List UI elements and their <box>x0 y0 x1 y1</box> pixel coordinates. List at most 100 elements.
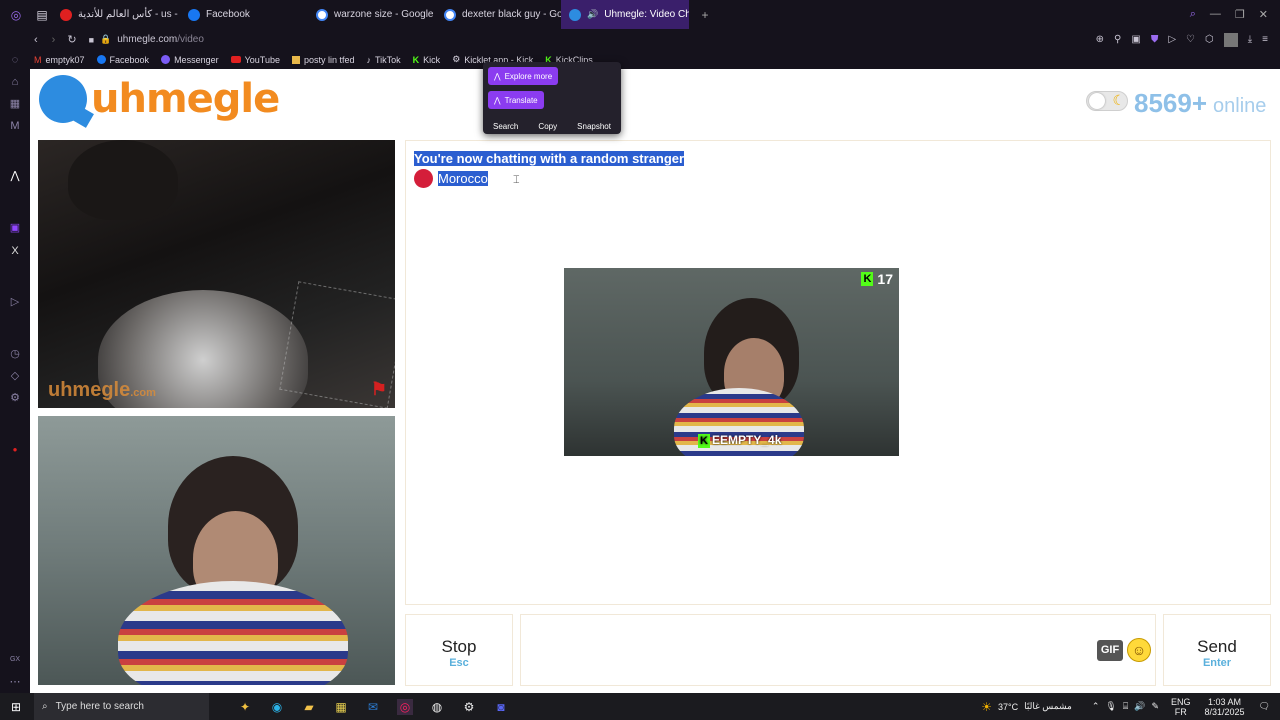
extensions-icon[interactable]: ⬡ <box>1205 34 1214 45</box>
search-tabs-icon[interactable]: ⌕ <box>1190 8 1196 21</box>
taskbar-search-box[interactable]: ⌕ Type here to search <box>34 693 209 720</box>
notifications-icon[interactable]: 🗨 <box>1259 701 1270 712</box>
bookmark-emptyk07[interactable]: Memptyk07 <box>34 55 85 65</box>
popup-copy-button[interactable]: Copy <box>538 122 557 131</box>
emoji-icon[interactable]: ☺ <box>1127 638 1151 662</box>
shield-icon[interactable]: ⛊ <box>1151 34 1159 45</box>
chat-log[interactable]: You're now chatting with a random strang… <box>405 140 1271 605</box>
chevron-up-icon[interactable]: ⌃ <box>1092 701 1100 712</box>
windows-start-icon[interactable]: ⊞ <box>8 699 24 715</box>
app-icon[interactable]: ◍ <box>429 699 445 715</box>
player-icon[interactable]: ▷ <box>9 296 21 308</box>
ai-icon[interactable]: ⋀ <box>9 170 21 182</box>
bookmark-label: emptyk07 <box>45 54 85 65</box>
clock[interactable]: 1:03 AM 8/31/2025 <box>1205 697 1245 717</box>
message-input[interactable]: GIF ☺ <box>520 614 1156 686</box>
translate-button[interactable]: ⋀ Translate <box>488 91 544 109</box>
browser-logo-icon[interactable]: ◎ <box>8 7 24 23</box>
forward-icon[interactable]: › <box>52 34 56 46</box>
profile-avatar[interactable] <box>1223 32 1238 47</box>
heart-icon[interactable]: ♡ <box>1186 34 1195 45</box>
outlook-icon[interactable]: ✉ <box>365 699 381 715</box>
messenger-icon <box>161 55 171 64</box>
twitch-icon[interactable]: ▣ <box>9 222 21 234</box>
clock-time: 1:03 AM <box>1208 696 1242 707</box>
menu-icon[interactable]: ≡ <box>1262 34 1268 45</box>
new-tab-icon[interactable]: + <box>697 7 713 23</box>
edge-icon[interactable]: ◉ <box>269 699 285 715</box>
history-icon[interactable]: ◷ <box>9 348 21 360</box>
record-icon[interactable]: ● <box>9 444 21 456</box>
search-placeholder: Type here to search <box>55 701 144 712</box>
self-video <box>38 416 395 685</box>
copilot-icon[interactable]: ✦ <box>237 699 253 715</box>
dark-mode-toggle[interactable]: ☾ <box>1086 91 1128 111</box>
weather-temp[interactable]: 37°C <box>998 702 1018 712</box>
report-flag-icon[interactable]: ⚑ <box>371 379 387 400</box>
minimize-icon[interactable]: — <box>1210 8 1221 21</box>
bookmark-facebook[interactable]: Facebook <box>96 55 149 65</box>
mic-icon[interactable]: 🎙 <box>1105 701 1116 712</box>
bookmark-kick[interactable]: K Kick <box>413 55 441 65</box>
file-explorer-icon[interactable]: ▰ <box>301 699 317 715</box>
weather-icon[interactable]: ☀ <box>981 700 992 714</box>
bookmark-posty[interactable]: posty lin tfed <box>291 55 355 65</box>
kick-viewer-badge: K 17 <box>861 271 893 287</box>
pin-icon[interactable]: ⚲ <box>1114 34 1121 45</box>
x-icon[interactable]: X <box>9 245 21 257</box>
tab-facebook[interactable]: Facebook <box>180 0 308 29</box>
bookmark-youtube[interactable]: YouTube <box>230 55 280 65</box>
popup-snapshot-button[interactable]: Snapshot <box>577 122 611 131</box>
kick-stream-overlay[interactable]: K 17 K EEMPTY_4k <box>564 268 899 456</box>
lock-icon[interactable]: 🔒 <box>100 34 111 45</box>
speaker-icon[interactable]: 🔊 <box>587 9 598 20</box>
tab-google-warzone[interactable]: warzone size - Google Se <box>308 0 436 29</box>
camera-icon[interactable]: ■ <box>89 35 94 45</box>
volume-icon[interactable]: 🔊 <box>1134 701 1145 712</box>
uhmegle-logo[interactable]: uhmegle <box>39 75 280 123</box>
more-icon[interactable]: ⋯ <box>9 676 21 688</box>
apps-icon[interactable]: ⌂ <box>9 76 21 88</box>
video-content <box>118 581 348 685</box>
explore-more-button[interactable]: ⋀ Explore more <box>488 67 559 85</box>
tab-uhmegle[interactable]: 🔊 Uhmegle: Video Chat <box>561 0 689 29</box>
snapshot-icon[interactable]: ▣ <box>1131 34 1140 45</box>
url-field[interactable]: uhmegle.com/video <box>117 34 204 45</box>
gmail-icon: M <box>34 54 42 65</box>
reload-icon[interactable]: ↻ <box>67 33 76 46</box>
bookmark-messenger[interactable]: Messenger <box>161 55 219 65</box>
zoom-icon[interactable]: ⊕ <box>1096 34 1104 45</box>
store-icon[interactable]: ▦ <box>333 699 349 715</box>
gx-icon[interactable]: GX <box>9 654 21 666</box>
tab-google-dexeter[interactable]: dexeter black guy - Goog <box>436 0 561 29</box>
google-icon <box>444 8 456 21</box>
play-icon[interactable]: ▷ <box>1168 34 1176 45</box>
chat-icon[interactable]: ◇ <box>9 370 21 382</box>
stop-button[interactable]: Stop Esc <box>405 614 513 686</box>
discord-icon[interactable]: ◙ <box>493 699 509 715</box>
tab-manager-icon[interactable]: ▤ <box>34 7 50 23</box>
opera-gx-icon[interactable]: ◎ <box>397 698 413 715</box>
aria-icon[interactable]: ◌ <box>9 54 21 66</box>
language-indicator[interactable]: ENG FR <box>1171 697 1191 717</box>
bookmark-tiktok[interactable]: ♪ TikTok <box>367 55 401 65</box>
google-icon <box>316 8 328 21</box>
back-icon[interactable]: ‹ <box>34 34 38 46</box>
maximize-icon[interactable]: ❐ <box>1235 8 1245 21</box>
mail-icon[interactable]: M <box>9 120 21 132</box>
close-icon[interactable]: ✕ <box>1259 8 1268 21</box>
download-icon[interactable]: ⤓ <box>1248 34 1252 45</box>
settings-icon[interactable]: ⚙ <box>461 699 477 715</box>
tab-youtube[interactable]: كأس العالم للأندية - us - قد <box>52 0 180 29</box>
windows-taskbar: ⊞ ⌕ Type here to search ✦ ◉ ▰ ▦ ✉ ◎ ◍ ⚙ … <box>0 693 1280 720</box>
settings-icon[interactable]: ⚙ <box>9 392 21 404</box>
gif-button[interactable]: GIF <box>1097 640 1123 661</box>
network-icon[interactable]: ⌸ <box>1123 701 1128 712</box>
popup-actions: Search Copy Snapshot <box>483 122 621 131</box>
pen-icon[interactable]: ✎ <box>1151 701 1159 712</box>
send-button[interactable]: Send Enter <box>1163 614 1271 686</box>
uhmegle-watermark: uhmegle.com <box>48 379 156 402</box>
gallery-icon[interactable]: ▦ <box>9 98 21 110</box>
weather-desc[interactable]: مشمس غالبًا <box>1024 701 1072 712</box>
popup-search-button[interactable]: Search <box>493 122 518 131</box>
